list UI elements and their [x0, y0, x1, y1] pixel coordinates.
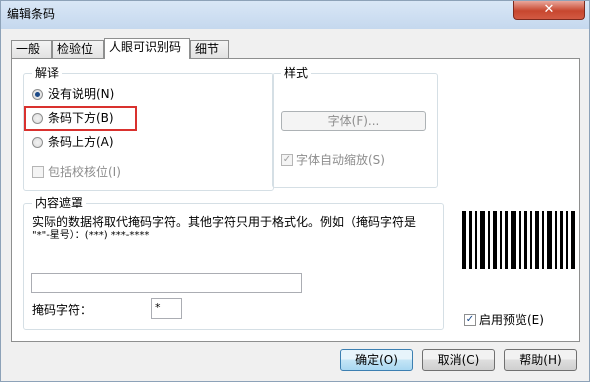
barcode-preview	[462, 211, 577, 269]
style-title: 样式	[281, 66, 312, 80]
mask-description-line1: 实际的数据将取代掩码字符。其他字符只用于格式化。例如（掩码字符是	[32, 215, 417, 229]
radio-below-barcode[interactable]	[32, 113, 43, 124]
enable-preview-label: 启用预览(E)	[479, 313, 544, 327]
tab-details[interactable]: 细节	[190, 40, 229, 58]
radio-below-barcode-label: 条码下方(B)	[48, 111, 114, 125]
font-button[interactable]: 字体(F)...	[281, 111, 426, 131]
help-button[interactable]: 帮助(H)	[504, 349, 577, 371]
close-icon: ✕	[543, 2, 555, 17]
tab-human-readable[interactable]: 人眼可识别码	[104, 38, 190, 59]
tab-check-digit[interactable]: 检验位	[52, 40, 104, 58]
radio-no-description-label: 没有说明(N)	[48, 87, 115, 101]
radio-no-description[interactable]	[32, 89, 43, 100]
mask-char-label: 掩码字符：	[32, 303, 93, 317]
auto-shrink-label: 字体自动缩放(S)	[296, 153, 385, 167]
radio-above-barcode[interactable]	[32, 137, 43, 148]
ok-button[interactable]: 确定(O)	[340, 349, 413, 371]
checkmark-icon: ✓	[282, 154, 292, 165]
include-check-digit-checkbox[interactable]	[32, 166, 44, 178]
tab-panel: 解译 没有说明(N) 条码下方(B) 条码上方(A) 包括校核位(I) 样式 字…	[11, 58, 580, 342]
content-mask-title: 内容遮罩	[32, 196, 87, 210]
tab-general[interactable]: 一般	[11, 40, 52, 58]
enable-preview-checkbox[interactable]: ✓	[464, 314, 476, 326]
mask-input[interactable]	[31, 273, 302, 293]
checkmark-icon: ✓	[465, 314, 475, 325]
radio-above-barcode-label: 条码上方(A)	[48, 135, 114, 149]
close-button[interactable]: ✕	[513, 1, 585, 20]
mask-char-input[interactable]: *	[151, 298, 182, 319]
interpretation-title: 解译	[32, 66, 63, 80]
title-bar: 编辑条码 ✕	[1, 1, 589, 29]
edit-barcode-dialog: 编辑条码 ✕ 一般 检验位 人眼可识别码 细节 解译 没有说明(N) 条码下方(…	[0, 0, 590, 382]
include-check-digit-label: 包括校核位(I)	[48, 165, 121, 179]
cancel-button[interactable]: 取消(C)	[422, 349, 495, 371]
window-title: 编辑条码	[7, 7, 56, 21]
auto-shrink-checkbox[interactable]: ✓	[281, 154, 293, 166]
mask-description-line2: "*"-星号）：(***) ***-****	[32, 230, 150, 241]
